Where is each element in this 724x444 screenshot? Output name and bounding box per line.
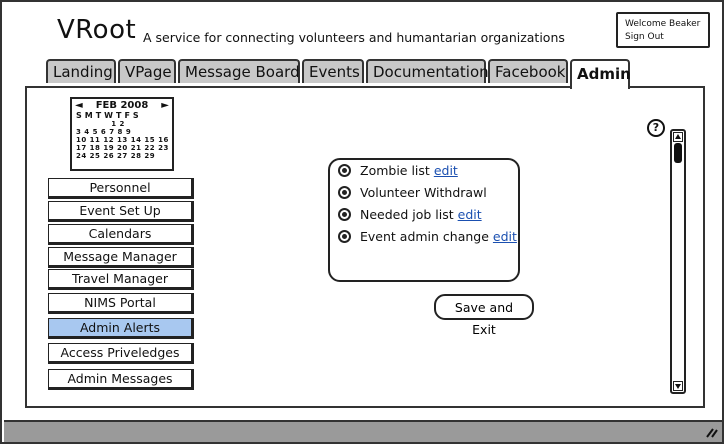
alert-label: Volunteer Withdrawl [360,185,487,200]
alert-item: Event admin change edit [338,228,517,246]
sidebar-item-admin-messages[interactable]: Admin Messages [48,369,194,390]
sidebar-item-calendars[interactable]: Calendars [48,224,194,245]
user-box: Welcome Beaker Sign Out [616,12,710,48]
sidebar-item-access-priveledges[interactable]: Access Priveledges [48,343,194,364]
save-and-exit-button[interactable]: Save and Exit [434,294,534,337]
radio-button[interactable] [338,164,351,177]
scrollbar-thumb[interactable] [674,143,682,163]
alert-label: Zombie list [360,163,430,178]
tab-events[interactable]: Events [302,59,364,83]
radio-button[interactable] [338,208,351,221]
sidebar-item-nims-portal[interactable]: NIMS Portal [48,293,194,314]
calendar-month: FEB 2008 [95,100,149,111]
tab-admin[interactable]: Admin [570,59,631,89]
app-tagline: A service for connecting volunteers and … [143,30,565,45]
calendar-weekdays: SMTWTFS [76,111,142,120]
calendar-week[interactable]: 3 4 5 6 7 8 9 [76,128,168,136]
sidebar-item-travel-manager[interactable]: Travel Manager [48,269,194,290]
radio-button[interactable] [338,186,351,199]
sidebar-item-personnel[interactable]: Personnel [48,178,194,199]
tab-landing[interactable]: Landing [46,59,116,83]
tab-facebook[interactable]: Facebook [488,59,568,83]
status-bar [4,420,722,442]
calendar-week[interactable]: 1 2 [76,120,168,128]
scroll-down-icon[interactable] [673,381,683,391]
calendar-week[interactable]: 10 11 12 13 14 15 16 [76,136,168,144]
calendar-week[interactable]: 24 25 26 27 28 29 [76,152,168,160]
alert-label: Needed job list [360,207,454,222]
calendar-header: ◄ FEB 2008 ► [72,99,172,111]
sidebar-item-event-set-up[interactable]: Event Set Up [48,201,194,222]
tab-vpage[interactable]: VPage [118,59,176,83]
alert-item: Zombie list edit [338,162,458,180]
tab-documentation[interactable]: Documentation [366,59,489,83]
radio-button[interactable] [338,230,351,243]
scroll-up-icon[interactable] [673,132,683,142]
alert-item: Volunteer Withdrawl [338,184,487,202]
calendar-week[interactable]: 17 18 19 20 21 22 23 [76,144,168,152]
sidebar-item-admin-alerts[interactable]: Admin Alerts [48,318,194,339]
alert-item: Needed job list edit [338,206,482,224]
sign-out-link[interactable]: Sign Out [625,31,708,44]
sidebar-item-message-manager[interactable]: Message Manager [48,247,194,268]
prev-month-icon[interactable]: ◄ [75,100,83,111]
edit-link[interactable]: edit [434,163,458,178]
alerts-box: Zombie list edit Volunteer Withdrawl Nee… [328,158,520,282]
alert-label: Event admin change [360,229,489,244]
edit-link[interactable]: edit [458,207,482,222]
vertical-scrollbar[interactable] [670,129,686,394]
calendar-grid: SMTWTFS 1 2 3 4 5 6 7 8 9 10 11 12 13 14… [72,111,172,161]
next-month-icon[interactable]: ► [161,100,169,111]
resize-grip-icon[interactable] [704,426,718,438]
edit-link[interactable]: edit [493,229,517,244]
welcome-text: Welcome Beaker [625,19,701,29]
help-icon[interactable]: ? [647,119,665,137]
app-window: VRoot A service for connecting volunteer… [0,0,724,444]
tab-message-board[interactable]: Message Board [178,59,300,83]
app-title: VRoot [57,15,137,45]
mini-calendar: ◄ FEB 2008 ► SMTWTFS 1 2 3 4 5 6 7 8 9 1… [70,97,174,171]
